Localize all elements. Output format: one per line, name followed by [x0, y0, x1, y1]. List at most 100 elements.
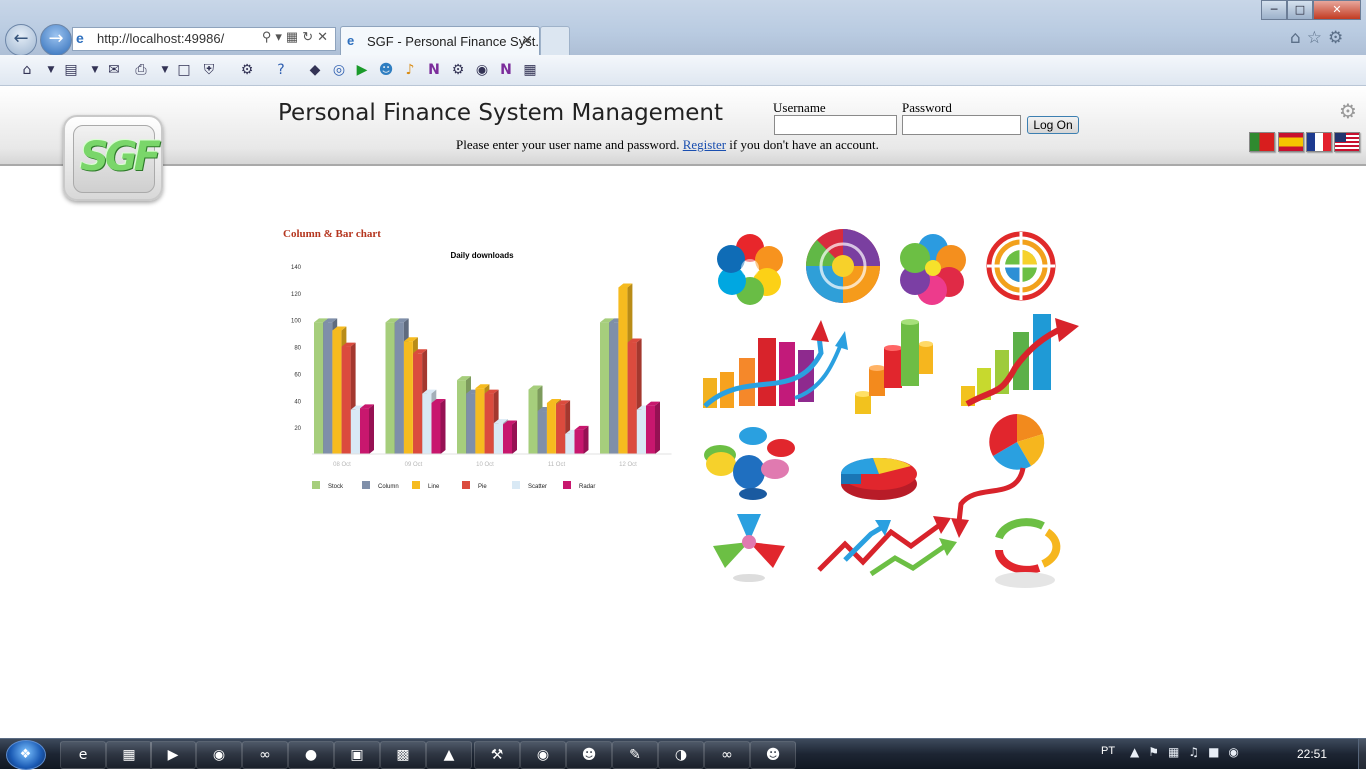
close-tab-icon[interactable]: ✕	[521, 32, 533, 49]
people-icon[interactable]: ☻	[377, 61, 395, 79]
bar	[341, 346, 351, 454]
dropdown-arrow-icon[interactable]: ▼	[86, 61, 104, 79]
page-title: Personal Finance System Management	[278, 100, 723, 126]
globe-icon[interactable]: ◑	[658, 741, 704, 769]
people-icon[interactable]: ☻	[566, 741, 612, 769]
usa-flag-icon[interactable]	[1334, 132, 1360, 152]
x-tick-label: 11 Oct	[548, 462, 566, 468]
settings-gear-icon[interactable]: ⚙	[1339, 101, 1359, 121]
vs-icon[interactable]: ∞	[242, 741, 288, 769]
color-wheel-icon	[806, 229, 880, 303]
app-icon-7[interactable]: ▣	[334, 741, 380, 769]
note-icon[interactable]: ♪	[401, 61, 419, 79]
bar	[431, 402, 441, 454]
start-button[interactable]: ❖	[6, 740, 46, 770]
bar	[457, 380, 466, 454]
address-bar[interactable]: e http://localhost:49986/ ⚲▾▦↻✕	[72, 27, 336, 51]
language-indicator[interactable]: PT	[1101, 745, 1115, 757]
bar	[565, 433, 575, 454]
app-icon-8[interactable]: ▩	[380, 741, 426, 769]
bar	[537, 411, 547, 454]
minimize-button[interactable]: ─	[1261, 0, 1287, 20]
pie-3d-icon	[840, 457, 917, 500]
site-header	[0, 86, 1366, 166]
gear-icon[interactable]: ⚙	[449, 61, 467, 79]
legend-swatch	[512, 481, 520, 489]
explorer-icon[interactable]: ▦	[106, 741, 152, 769]
legend-label: Column	[378, 484, 399, 490]
register-link[interactable]: Register	[683, 137, 726, 152]
onenote-icon-2[interactable]: N	[497, 61, 515, 79]
dropdown-arrow-icon[interactable]: ▼	[156, 61, 174, 79]
bar	[385, 322, 395, 454]
close-window-button[interactable]: ✕	[1313, 0, 1361, 20]
clock[interactable]: 22:51	[1297, 747, 1327, 761]
feeds-icon[interactable]: ▤	[62, 61, 80, 79]
dropdown-arrow-icon[interactable]: ▼	[42, 61, 60, 79]
log-on-button[interactable]: Log On	[1027, 116, 1079, 134]
maximize-button[interactable]: □	[1287, 0, 1313, 20]
address-url[interactable]: http://localhost:49986/	[97, 31, 224, 46]
forward-arrow-icon[interactable]: →	[40, 24, 72, 56]
bar	[394, 322, 404, 454]
system-tray-icons[interactable]: ▲⚑▦♫■◉	[1130, 745, 1248, 759]
grid-icon[interactable]: ▦	[521, 61, 539, 79]
mail-icon[interactable]: ✉	[105, 61, 123, 79]
france-flag-icon[interactable]	[1306, 132, 1332, 152]
tools-icon[interactable]: ⚒	[474, 741, 520, 769]
address-bar-icons[interactable]: ⚲▾▦↻✕	[262, 29, 332, 45]
command-bar: ⌂ ▼ ▤ ▼ ✉ ⎙ ▼ □ ⛨ ⚙ ? ◆ ◎ ▶ ☻ ♪ N ⚙ ◉ N …	[0, 55, 1366, 86]
bar	[403, 341, 413, 454]
addon-icon[interactable]: ◎	[330, 61, 348, 79]
print-icon[interactable]: ⎙	[132, 61, 150, 79]
bar	[627, 342, 637, 454]
new-tab-button[interactable]	[540, 26, 570, 56]
vs-debug-icon[interactable]: ∞	[704, 741, 750, 769]
bar	[360, 408, 369, 454]
cycle-arrows-icon	[995, 518, 1061, 588]
chrome-icon[interactable]: ◉	[520, 741, 566, 769]
login-message: Please enter your user name and password…	[456, 137, 879, 153]
onenote-icon[interactable]: N	[425, 61, 443, 79]
spain-flag-icon[interactable]	[1278, 132, 1304, 152]
bar	[556, 404, 566, 454]
bookmark-icon[interactable]: ◆	[306, 61, 324, 79]
play-icon[interactable]: ▶	[353, 61, 371, 79]
home-icon[interactable]: ⌂	[18, 61, 36, 79]
portugal-flag-icon[interactable]	[1249, 132, 1275, 152]
home-favorites-tools-icons[interactable]: ⌂☆⚙	[1290, 28, 1349, 48]
bar	[493, 423, 503, 454]
paint-icon[interactable]: ☻	[750, 741, 796, 769]
notepad-icon[interactable]: ✎	[612, 741, 658, 769]
firefox-icon[interactable]: ◉	[196, 741, 242, 769]
tools-gear-icon[interactable]: ⚙	[238, 61, 256, 79]
back-arrow-icon[interactable]: ←	[5, 24, 37, 56]
y-tick-label: 100	[291, 319, 302, 325]
show-desktop-button[interactable]	[1358, 739, 1366, 769]
bar	[600, 322, 609, 454]
x-tick-label: 12 Oct	[619, 462, 637, 468]
bar	[618, 287, 628, 454]
bar	[484, 393, 494, 454]
legend-swatch	[312, 481, 320, 489]
browser-titlebar: ← → e http://localhost:49986/ ⚲▾▦↻✕ e SG…	[0, 0, 1366, 56]
username-field[interactable]	[774, 115, 897, 135]
help-icon[interactable]: ?	[272, 61, 290, 79]
legend-label: Radar	[579, 484, 595, 490]
ie-icon[interactable]: e	[60, 741, 106, 769]
sgf-logo[interactable]: SGF	[63, 115, 163, 201]
bar	[609, 322, 619, 454]
disc-icon[interactable]: ●	[288, 741, 334, 769]
safety-icon[interactable]: ⛨	[200, 61, 218, 79]
password-field[interactable]	[902, 115, 1021, 135]
tab-sgf[interactable]: e SGF - Personal Finance Syst... ✕	[340, 26, 546, 55]
bar	[422, 393, 432, 454]
media-player-icon[interactable]: ▶	[150, 741, 196, 769]
bar-side	[369, 404, 374, 454]
chart-clipart-panel	[703, 229, 1079, 588]
bar	[332, 330, 342, 454]
eye-icon[interactable]: ◉	[473, 61, 491, 79]
bar-chart-arrow-icon	[703, 320, 848, 408]
app-icon-9[interactable]: ▲	[426, 741, 472, 769]
page-icon[interactable]: □	[175, 61, 193, 79]
